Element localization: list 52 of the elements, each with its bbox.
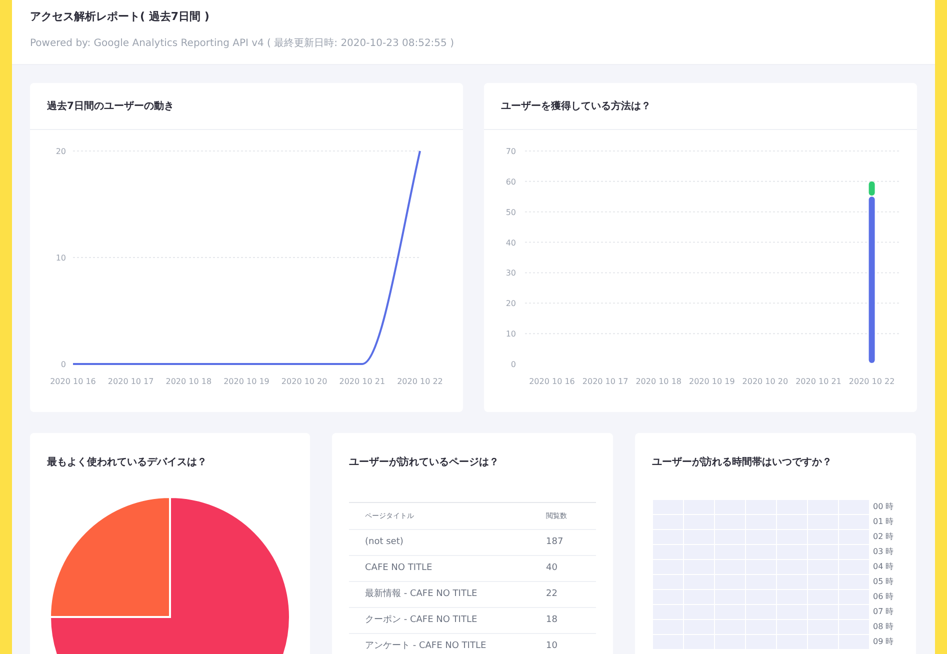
card-title: 最もよく使われているデバイスは？ [47,457,207,468]
axis-category-label: 2020 10 21 [339,377,386,386]
table-cell: クーポン - CAFE NO TITLE [365,614,478,625]
axis-category-label: 2020 10 19 [224,377,270,386]
table-cell: 10 [546,640,558,651]
axis-category-label: 2020 10 19 [689,377,735,386]
axis-tick-label: 50 [506,208,516,217]
table-cell: 187 [546,536,564,547]
axis-category-label: 2020 10 18 [636,377,682,386]
hour-label: 05 時 [873,576,894,588]
axis-tick-label: 70 [506,147,516,156]
axis-category-label: 2020 10 16 [529,377,575,386]
axis-category-label: 2020 10 16 [50,377,96,386]
hour-label: 01 時 [873,516,894,528]
card-title: ユーザーが訪れているページは？ [349,457,499,468]
axis-category-label: 2020 10 17 [582,377,628,386]
table-cell: 22 [546,588,558,599]
card-title: ユーザーが訪れる時間帯はいつですか？ [652,457,832,468]
table-cell: アンケート - CAFE NO TITLE [365,640,486,651]
axis-category-label: 2020 10 18 [166,377,212,386]
hour-label: 03 時 [873,546,894,558]
axis-tick-label: 0 [510,360,516,369]
axis-tick-label: 30 [506,268,516,278]
axis-category-label: 2020 10 21 [796,377,842,386]
hour-label: 08 時 [873,621,894,633]
axis-tick-label: 0 [60,360,66,369]
axis-tick-label: 20 [506,299,516,308]
axis-tick-label: 40 [506,238,516,248]
axis-tick-label: 10 [56,254,66,262]
axis-tick-label: 10 [506,330,516,339]
hour-label: 04 時 [873,561,894,573]
table-cell: (not set) [365,536,404,547]
table-cell: 40 [546,562,558,573]
hour-label: 06 時 [873,591,894,603]
page-title: アクセス解析レポート( 過去7日間 ) [30,9,210,25]
axis-category-label: 2020 10 20 [742,377,788,386]
axis-category-label: 2020 10 17 [108,377,154,386]
axis-tick-label: 60 [506,177,516,186]
table-cell: CAFE NO TITLE [365,562,432,573]
table-cell: 最新情報 - CAFE NO TITLE [365,588,478,599]
page-subtitle: Powered by: Google Analytics Reporting API v4 ( 最終更新日時: 2020-10-23 08:52:55 ) [30,36,454,50]
axis-category-label: 2020 10 22 [397,377,443,386]
axis-category-label: 2020 10 20 [281,377,328,386]
hour-label: 07 時 [873,606,894,618]
hour-label: 02 時 [873,531,894,543]
hour-label: 00 時 [873,501,894,513]
axis-tick-label: 20 [56,147,66,156]
axis-category-label: 2020 10 22 [848,377,895,386]
table-cell: 18 [546,614,558,625]
card-title: ユーザーを獲得している方法は？ [501,99,651,114]
hour-label: 09 時 [873,636,894,648]
card-title: 過去7日間のユーザーの動き [47,100,174,114]
